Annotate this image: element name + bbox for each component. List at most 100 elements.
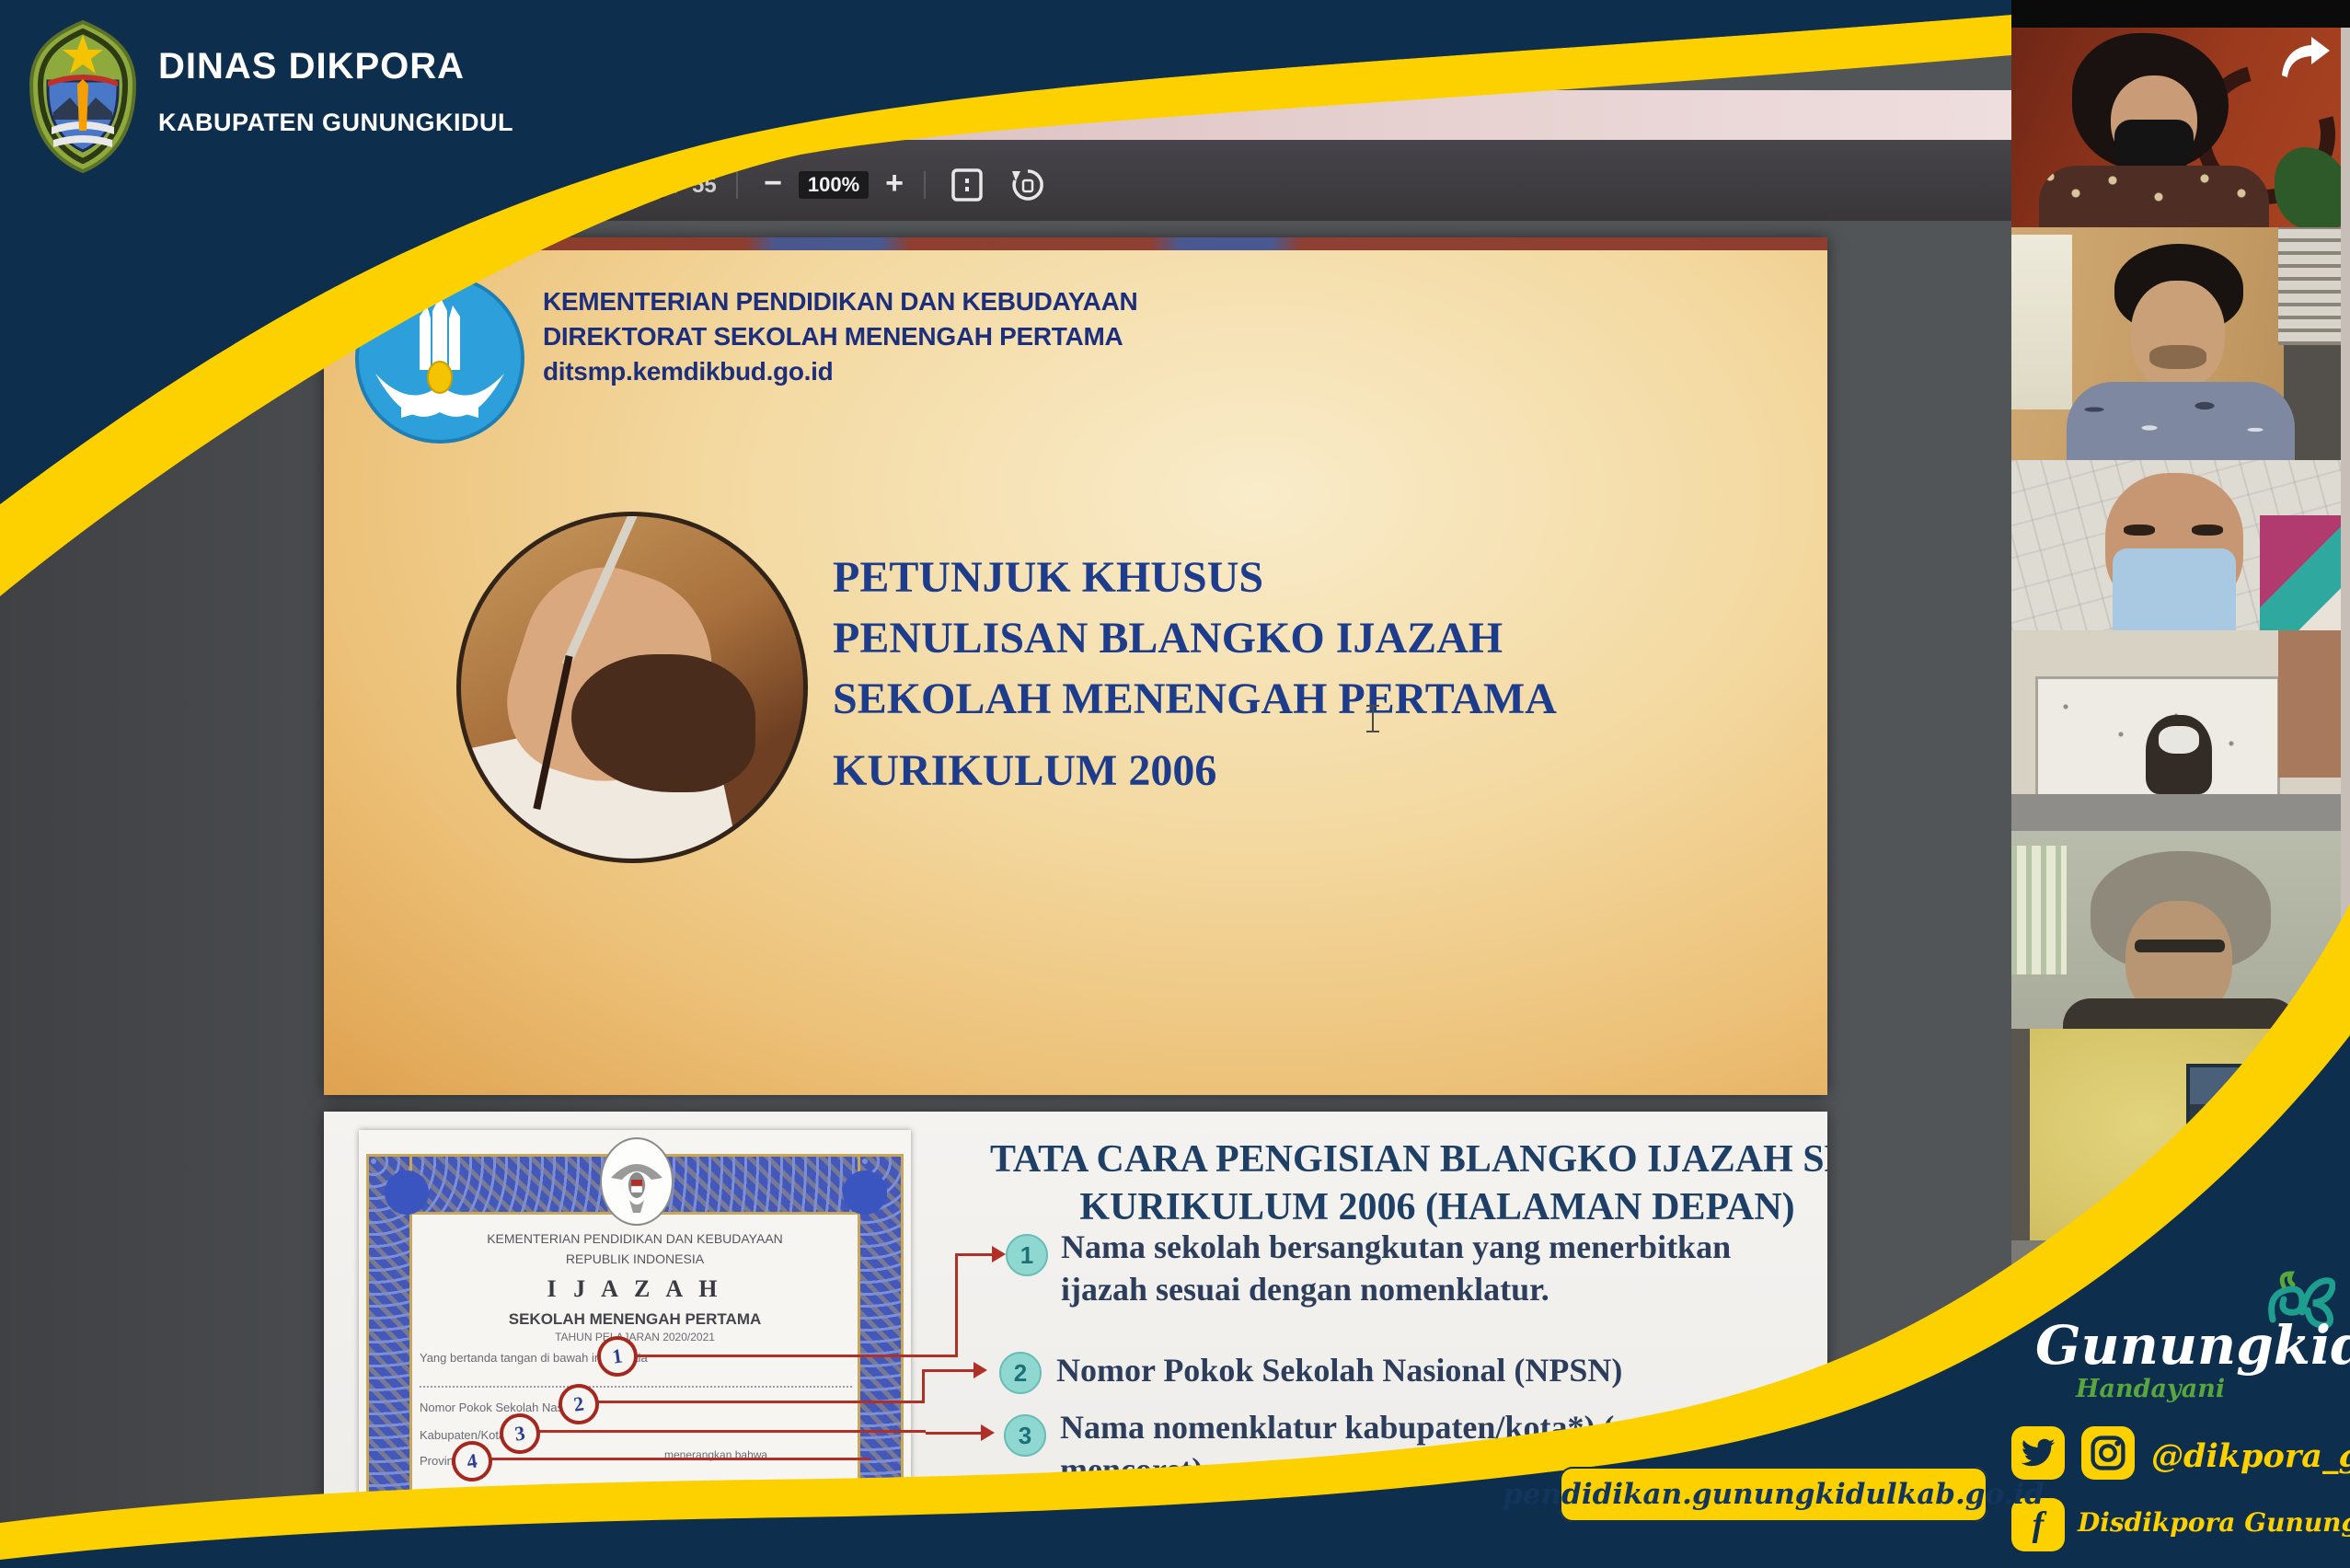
red-connector — [922, 1369, 973, 1372]
gunungkidul-tagline: Handayani — [2076, 1375, 2225, 1403]
background-bookshelf — [2278, 227, 2350, 345]
pdf-toolbar: 12 / 55 − 100% + — [0, 140, 2011, 221]
slide1-ministry-line1: KEMENTERIAN PENDIDIKAN DAN KEBUDAYAAN — [543, 287, 1137, 317]
participant-glasses — [2135, 940, 2225, 952]
cert-border-right — [858, 1154, 904, 1568]
item-2-number: 2 — [999, 1352, 1042, 1394]
participant-video-3[interactable] — [2011, 460, 2350, 630]
slide1-ministry-line3: ditsmp.kemdikbud.go.id — [543, 357, 833, 386]
page-separator: / — [674, 173, 680, 199]
participant-batik-shirt — [2039, 166, 2269, 227]
background-desk — [2011, 794, 2350, 831]
face-mask — [2113, 548, 2236, 630]
participant-video-6[interactable] — [2011, 1029, 2350, 1270]
monitor-sky — [2190, 1067, 2346, 1104]
cert-border-left — [366, 1154, 412, 1568]
participant-face — [2271, 1158, 2322, 1222]
participant-mouth-area — [2149, 345, 2206, 369]
participant-batik-shirt — [2067, 382, 2295, 460]
red-arrow-icon — [981, 1424, 995, 1441]
cert-header1: KEMENTERIAN PENDIDIKAN DAN KEBUDAYAAN — [386, 1231, 883, 1246]
cert-rule — [420, 1386, 852, 1388]
slide-page-12: KEMENTERIAN PENDIDIKAN DAN KEBUDAYAAN DI… — [324, 237, 1827, 1095]
text-cursor — [1366, 705, 1379, 732]
participant-body — [2063, 998, 2298, 1029]
cert-corner-circle — [843, 1170, 887, 1215]
slide2-title-line2: KURIKULUM 2006 (HALAMAN DEPAN) — [977, 1185, 1827, 1229]
item-1-line2: ijazah sesuai dengan nomenklatur. — [1061, 1270, 1549, 1309]
item-1-number: 1 — [1006, 1234, 1048, 1276]
gunungkidul-wordmark: Gunungkidul — [2035, 1314, 2350, 1377]
brand-subtitle: KABUPATEN GUNUNGKIDUL — [158, 109, 513, 137]
slide1-title-line1: PETUNJUK KHUSUS — [833, 552, 1263, 603]
participant-video-2[interactable] — [2011, 227, 2350, 460]
slide1-ministry-line2: DIREKTORAT SEKOLAH MENENGAH PERTAMA — [543, 322, 1123, 352]
rotate-icon[interactable] — [1008, 166, 1047, 204]
participant-video-1[interactable] — [2011, 28, 2350, 227]
item-3-line2: mencoret) m — [1060, 1450, 1238, 1489]
red-connector — [532, 1430, 926, 1433]
background-window — [2011, 846, 2067, 974]
cert-title: I J A Z A H — [386, 1275, 883, 1303]
garuda-emblem-icon — [600, 1137, 674, 1226]
red-connector — [955, 1253, 958, 1357]
page-number-input[interactable]: 12 — [618, 171, 664, 199]
zoom-in-button[interactable]: + — [876, 169, 913, 197]
fit-page-icon[interactable] — [950, 167, 986, 202]
slide2-title-line1: TATA CARA PENGISIAN BLANGKO IJAZAH SMP — [977, 1137, 1827, 1182]
cert-field3: Kabupaten/Kota — [420, 1428, 505, 1442]
red-arrow-icon — [992, 1246, 1006, 1262]
slide1-title-line3: SEKOLAH MENENGAH PERTAMA — [833, 674, 1557, 724]
background-window — [2011, 235, 2072, 409]
background-fabric — [2260, 515, 2350, 630]
red-connector — [591, 1401, 922, 1403]
instagram-icon[interactable] — [2081, 1426, 2135, 1480]
gunungkidul-crest-icon — [26, 20, 140, 173]
background-door — [2278, 630, 2350, 778]
cert-year: TAHUN PELAJARAN 2020/2021 — [386, 1331, 883, 1343]
zoom-out-button[interactable]: − — [755, 169, 791, 197]
cert-corner-circle — [385, 1170, 429, 1215]
item-3-line1: Nama nomenklatur kabupaten/kota*) ( — [1060, 1408, 1614, 1447]
participant-eye — [2192, 525, 2223, 536]
face-mask — [2159, 726, 2199, 754]
item-3-number: 3 — [1004, 1414, 1046, 1457]
background-desk — [2011, 1240, 2350, 1270]
toolbar-divider — [736, 171, 738, 199]
twitter-icon[interactable] — [2011, 1426, 2065, 1480]
page-total: 55 — [692, 173, 717, 199]
slide1-title-line2: PENULISAN BLANGKO IJAZAH — [833, 613, 1503, 663]
share-arrow-icon[interactable] — [2276, 35, 2333, 81]
cert-header2: REPUBLIK INDONESIA — [386, 1251, 883, 1266]
participant-face — [2131, 281, 2225, 389]
red-connector — [926, 1432, 981, 1435]
social-handle: @dikpora_gk — [2151, 1437, 2350, 1475]
background-edge — [2011, 1029, 2030, 1270]
background-plant — [2275, 147, 2350, 227]
item-2-line1: Nomor Pokok Sekolah Nasional (NPSN) — [1056, 1351, 1622, 1389]
writing-hand-photo — [456, 512, 808, 863]
website-url: pendidikan.gunungkidulkab.go.id — [1503, 1478, 2045, 1511]
pdf-viewer-background: 12 / 55 − 100% + — [0, 0, 2011, 1568]
red-connector — [629, 1355, 955, 1357]
screenshot-stage: 12 / 55 − 100% + — [0, 0, 2350, 1568]
red-connector — [484, 1458, 870, 1460]
item-1-line1: Nama sekolah bersangkutan yang menerbitk… — [1061, 1228, 1731, 1266]
red-arrow-icon — [973, 1362, 987, 1378]
red-connector — [955, 1253, 992, 1256]
slide-top-strip — [324, 237, 1827, 250]
slide1-title-line4: KURIKULUM 2006 — [833, 745, 1216, 796]
facebook-name: Disdikpora Gunungkidul — [2078, 1507, 2350, 1538]
red-connector — [922, 1369, 925, 1403]
participant-video-5[interactable] — [2011, 831, 2350, 1029]
toolbar-divider — [924, 171, 926, 199]
participant-eye — [2124, 525, 2155, 536]
brand-title: DINAS DIKPORA — [158, 46, 465, 87]
scrollbar-edge-strip[interactable] — [2341, 28, 2350, 1132]
video-column-top-strip — [2011, 0, 2350, 28]
zoom-level-input[interactable]: 100% — [799, 171, 869, 199]
participant-video-4[interactable] — [2011, 630, 2350, 831]
cert-subtitle: SEKOLAH MENENGAH PERTAMA — [386, 1310, 883, 1329]
website-banner: pendidikan.gunungkidulkab.go.id — [1560, 1467, 1987, 1522]
kemdikbud-logo-icon — [355, 274, 524, 444]
